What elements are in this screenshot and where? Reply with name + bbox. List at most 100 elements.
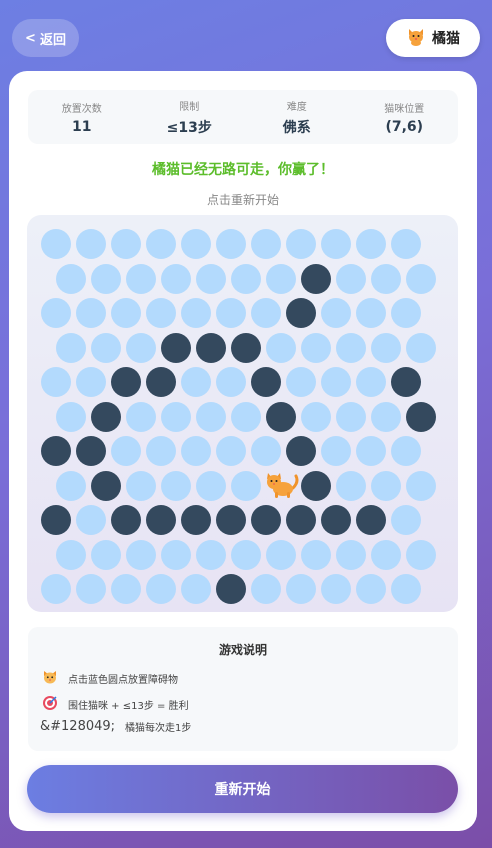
open-cell[interactable]: [391, 229, 421, 259]
open-cell[interactable]: [41, 367, 71, 397]
open-cell[interactable]: [56, 470, 86, 501]
rule-text: 点击蓝色圆点放置障碍物: [68, 675, 178, 686]
open-cell[interactable]: [91, 539, 121, 570]
open-cell[interactable]: [56, 401, 86, 432]
open-cell[interactable]: [161, 263, 191, 294]
open-cell[interactable]: [406, 470, 436, 501]
rules-panel: 游戏说明 点击蓝色圆点放置障碍物 围住猫咪 + ≤13步 = 胜利 &#1280…: [28, 627, 458, 751]
open-cell[interactable]: [231, 263, 261, 294]
open-cell[interactable]: [196, 539, 226, 570]
open-cell[interactable]: [371, 539, 401, 570]
restart-button[interactable]: 重新开始: [27, 765, 458, 813]
open-cell[interactable]: [356, 229, 386, 259]
open-cell[interactable]: [126, 539, 156, 570]
open-cell[interactable]: [266, 539, 296, 570]
open-cell[interactable]: [231, 539, 261, 570]
open-cell[interactable]: [391, 298, 421, 328]
open-cell[interactable]: [406, 332, 436, 363]
open-cell[interactable]: [91, 263, 121, 294]
open-cell[interactable]: [161, 470, 191, 501]
open-cell[interactable]: [161, 539, 191, 570]
open-cell[interactable]: [336, 332, 366, 363]
open-cell[interactable]: [231, 401, 261, 432]
open-cell[interactable]: [251, 298, 281, 328]
open-cell[interactable]: [181, 436, 211, 466]
open-cell[interactable]: [371, 470, 401, 501]
open-cell[interactable]: [76, 505, 106, 535]
open-cell[interactable]: [251, 574, 281, 604]
open-cell[interactable]: [336, 470, 366, 501]
open-cell[interactable]: [371, 263, 401, 294]
open-cell[interactable]: [356, 298, 386, 328]
open-cell[interactable]: [76, 229, 106, 259]
open-cell[interactable]: [266, 263, 296, 294]
open-cell[interactable]: [266, 332, 296, 363]
open-cell[interactable]: [231, 470, 261, 501]
open-cell[interactable]: [76, 574, 106, 604]
open-cell[interactable]: [391, 505, 421, 535]
open-cell[interactable]: [391, 574, 421, 604]
open-cell[interactable]: [126, 401, 156, 432]
open-cell[interactable]: [146, 298, 176, 328]
open-cell[interactable]: [321, 298, 351, 328]
open-cell[interactable]: [41, 574, 71, 604]
open-cell[interactable]: [146, 229, 176, 259]
open-cell[interactable]: [41, 298, 71, 328]
open-cell[interactable]: [126, 332, 156, 363]
open-cell[interactable]: [301, 401, 331, 432]
open-cell[interactable]: [181, 574, 211, 604]
open-cell[interactable]: [56, 539, 86, 570]
blocked-cell: [251, 505, 281, 535]
open-cell[interactable]: [251, 436, 281, 466]
open-cell[interactable]: [56, 263, 86, 294]
open-cell[interactable]: [251, 229, 281, 259]
open-cell[interactable]: [216, 367, 246, 397]
blocked-cell: [41, 436, 71, 466]
open-cell[interactable]: [321, 367, 351, 397]
open-cell[interactable]: [321, 436, 351, 466]
open-cell[interactable]: [301, 539, 331, 570]
open-cell[interactable]: [196, 470, 226, 501]
open-cell[interactable]: [321, 229, 351, 259]
open-cell[interactable]: [111, 229, 141, 259]
open-cell[interactable]: [196, 401, 226, 432]
open-cell[interactable]: [216, 229, 246, 259]
open-cell[interactable]: [406, 539, 436, 570]
open-cell[interactable]: [356, 574, 386, 604]
open-cell[interactable]: [286, 367, 316, 397]
open-cell[interactable]: [146, 436, 176, 466]
open-cell[interactable]: [111, 574, 141, 604]
open-cell[interactable]: [196, 263, 226, 294]
open-cell[interactable]: [111, 298, 141, 328]
open-cell[interactable]: [181, 367, 211, 397]
open-cell[interactable]: [356, 367, 386, 397]
open-cell[interactable]: [76, 367, 106, 397]
open-cell[interactable]: [126, 470, 156, 501]
open-cell[interactable]: [161, 401, 191, 432]
open-cell[interactable]: [286, 229, 316, 259]
open-cell[interactable]: [126, 263, 156, 294]
open-cell[interactable]: [336, 401, 366, 432]
open-cell[interactable]: [301, 332, 331, 363]
open-cell[interactable]: [181, 229, 211, 259]
cat-selector[interactable]: 橘猫: [386, 19, 480, 57]
open-cell[interactable]: [181, 298, 211, 328]
back-button[interactable]: < 返回: [12, 19, 79, 57]
open-cell[interactable]: [406, 263, 436, 294]
open-cell[interactable]: [146, 574, 176, 604]
open-cell[interactable]: [286, 574, 316, 604]
open-cell[interactable]: [321, 574, 351, 604]
open-cell[interactable]: [371, 401, 401, 432]
open-cell[interactable]: [76, 298, 106, 328]
open-cell[interactable]: [111, 436, 141, 466]
open-cell[interactable]: [336, 539, 366, 570]
open-cell[interactable]: [391, 436, 421, 466]
open-cell[interactable]: [56, 332, 86, 363]
open-cell[interactable]: [41, 229, 71, 259]
open-cell[interactable]: [336, 263, 366, 294]
open-cell[interactable]: [356, 436, 386, 466]
open-cell[interactable]: [216, 298, 246, 328]
open-cell[interactable]: [216, 436, 246, 466]
open-cell[interactable]: [91, 332, 121, 363]
open-cell[interactable]: [371, 332, 401, 363]
